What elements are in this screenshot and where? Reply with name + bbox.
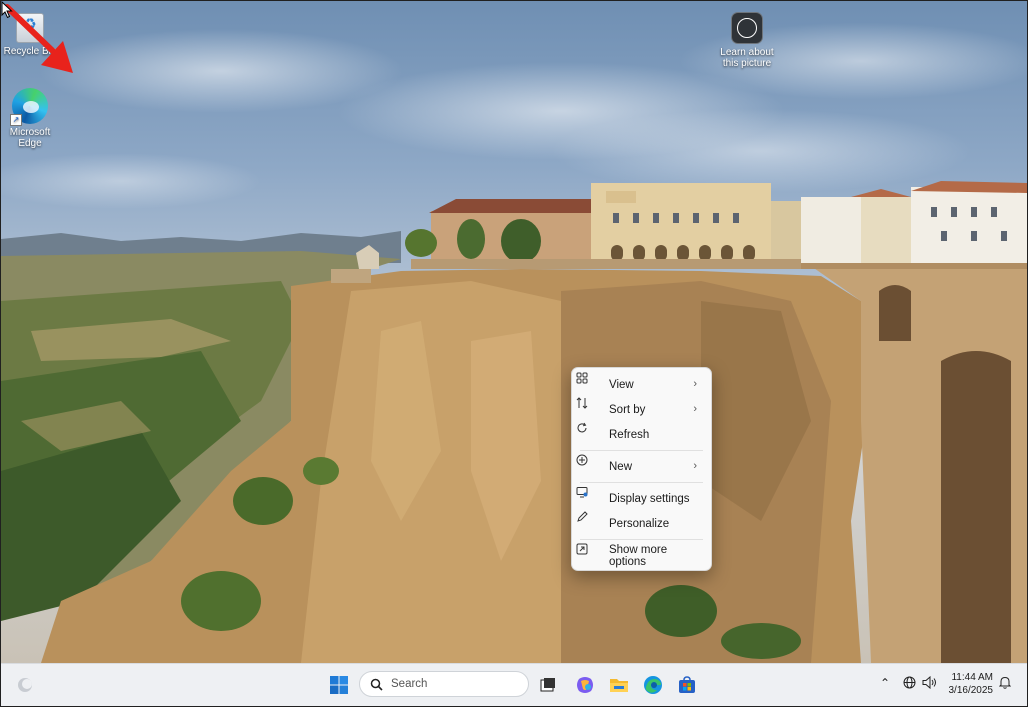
start-icon[interactable] (327, 673, 351, 697)
shortcut-arrow-icon: ↗ (10, 114, 22, 126)
menu-item-new[interactable]: New › (576, 454, 707, 479)
desktop-icon-label: Microsoft Edge (9, 127, 51, 149)
chevron-right-icon: › (693, 403, 697, 415)
edge-icon: ↗ (10, 88, 48, 126)
menu-separator (580, 539, 703, 540)
menu-item-refresh[interactable]: Refresh (576, 422, 707, 447)
menu-item-label: Personalize (609, 517, 670, 530)
menu-item-label: Show more options (608, 543, 668, 568)
chevron-right-icon: › (693, 460, 697, 472)
display-icon (576, 487, 600, 507)
desktop-wallpaper[interactable]: Recycle Bin ↗ Microsoft Edge Learn about… (1, 1, 1027, 663)
menu-item-show-more-options[interactable]: Show more options (576, 543, 707, 568)
menu-item-sort-by[interactable]: Sort by › (576, 397, 707, 422)
menu-item-label: View (609, 378, 634, 391)
menu-separator (580, 482, 703, 483)
edge-icon[interactable] (641, 673, 665, 697)
mouse-cursor-icon (1, 1, 13, 19)
notification-bell-icon[interactable] (998, 676, 1012, 692)
menu-item-display-settings[interactable]: Display settings (576, 486, 707, 511)
sort-icon (576, 397, 600, 418)
wallpaper-landscape (1, 181, 1027, 663)
taskbar: Search ⌃ 11:44 AM 3/16/2025 (1, 663, 1027, 706)
menu-item-label: Refresh (609, 428, 650, 441)
taskbar-search-box[interactable]: Search (359, 671, 529, 697)
learn-about-picture[interactable]: Learn about this picture (717, 12, 777, 69)
search-placeholder: Search (391, 678, 428, 690)
chevron-up-icon[interactable]: ⌃ (880, 676, 890, 690)
menu-item-label: Sort by (609, 403, 646, 416)
view-grid-icon (576, 372, 600, 393)
annotation-arrow-icon (4, 4, 73, 73)
store-icon[interactable] (675, 673, 699, 697)
menu-item-personalize[interactable]: Personalize (576, 511, 707, 536)
volume-icon[interactable] (922, 675, 937, 692)
search-icon (370, 678, 383, 691)
new-plus-icon (576, 454, 600, 475)
clock[interactable]: 11:44 AM 3/16/2025 (949, 671, 994, 697)
file-explorer-icon[interactable] (607, 673, 631, 697)
learn-picture-label: Learn about this picture (720, 47, 774, 69)
menu-item-label: New (609, 460, 633, 473)
clock-time: 11:44 AM (951, 672, 993, 683)
copilot-icon[interactable] (573, 673, 597, 697)
desktop-icon-microsoft-edge[interactable]: ↗ Microsoft Edge (1, 88, 60, 149)
chevron-right-icon: › (693, 378, 697, 390)
more-options-icon (576, 543, 600, 564)
menu-item-view[interactable]: View › (576, 372, 707, 397)
desktop-context-menu: View › Sort by › Refresh New › Display s… (571, 367, 712, 571)
learn-picture-icon (731, 12, 763, 44)
task-view-icon[interactable] (536, 673, 560, 697)
screen: Recycle Bin ↗ Microsoft Edge Learn about… (0, 0, 1028, 707)
refresh-icon (577, 422, 600, 443)
language-globe-icon[interactable] (903, 676, 916, 692)
menu-separator (580, 450, 703, 451)
pen-icon (577, 511, 600, 532)
menu-item-label: Display settings (609, 492, 690, 505)
clock-date: 3/16/2025 (948, 685, 994, 696)
widgets-weather-icon[interactable] (13, 673, 37, 697)
